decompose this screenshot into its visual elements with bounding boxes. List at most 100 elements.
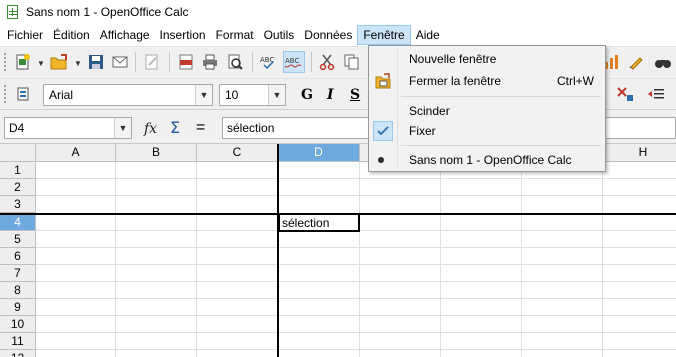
autospellcheck-icon[interactable]: ABC — [283, 51, 305, 73]
menu-fenetre[interactable]: Fenêtre — [357, 25, 411, 45]
title-bar: Sans nom 1 - OpenOffice Calc — [0, 0, 676, 24]
row-header-5[interactable]: 5 — [0, 231, 36, 248]
menu-item-label: Nouvelle fenêtre — [409, 52, 497, 66]
menu-item-label: Sans nom 1 - OpenOffice Calc — [409, 153, 572, 167]
decrease-indent-icon[interactable] — [645, 83, 667, 105]
toolbar-separator — [135, 52, 136, 72]
underline-button[interactable]: S — [350, 87, 360, 103]
italic-button[interactable]: I — [327, 87, 334, 103]
menu-item-label: Fermer la fenêtre — [409, 74, 502, 88]
column-header-h[interactable]: H — [603, 144, 676, 162]
edit-file-icon[interactable] — [141, 51, 163, 73]
save-icon[interactable] — [85, 51, 107, 73]
menu-edition[interactable]: Édition — [48, 25, 95, 45]
menu-affichage[interactable]: Affichage — [95, 25, 155, 45]
row-header-8[interactable]: 8 — [0, 282, 36, 299]
row-header-2[interactable]: 2 — [0, 179, 36, 196]
menu-item-label: Scinder — [409, 104, 450, 118]
menu-item-label: Fixer — [409, 124, 436, 138]
menu-item-close-window[interactable]: Fermer la fenêtre Ctrl+W — [370, 70, 604, 92]
draw-functions-icon[interactable] — [625, 51, 647, 73]
function-wizard-icon[interactable]: fx — [143, 119, 163, 141]
sum-icon[interactable]: Σ — [169, 118, 185, 140]
spreadsheet-grid[interactable]: A B C D E F G H 1 2 3 4 5 6 7 8 9 10 11 … — [0, 144, 676, 357]
checkmark-icon — [373, 121, 393, 141]
gridline — [521, 162, 522, 357]
chevron-down-icon[interactable]: ▼ — [195, 85, 212, 105]
svg-text:Σ: Σ — [170, 119, 180, 137]
radio-bullet-icon — [378, 157, 384, 163]
gridline — [36, 178, 676, 179]
svg-text:ABC: ABC — [285, 57, 299, 65]
font-name-combo[interactable]: Arial ▼ — [43, 84, 213, 106]
print-icon[interactable] — [199, 51, 221, 73]
email-icon[interactable] — [109, 51, 131, 73]
menu-separator — [401, 145, 601, 146]
menu-donnees[interactable]: Données — [299, 25, 357, 45]
new-document-icon[interactable] — [12, 51, 34, 73]
name-box-value: D4 — [9, 121, 25, 135]
menu-format[interactable]: Format — [211, 25, 259, 45]
row-header-12[interactable]: 12 — [0, 350, 36, 357]
toolbar-separator — [252, 52, 253, 72]
toolbar-grip[interactable] — [3, 52, 7, 72]
navigator-icon[interactable] — [652, 51, 674, 73]
menu-item-split[interactable]: Scinder — [370, 100, 604, 122]
row-header-11[interactable]: 11 — [0, 333, 36, 350]
gridline — [440, 162, 441, 357]
font-size-combo[interactable]: 10 ▼ — [219, 84, 286, 106]
svg-text:fx: fx — [143, 121, 157, 137]
open-dropdown-icon[interactable]: ▼ — [74, 59, 82, 68]
row-header-10[interactable]: 10 — [0, 316, 36, 333]
cut-icon[interactable] — [316, 51, 338, 73]
menu-item-new-window[interactable]: Nouvelle fenêtre — [370, 48, 604, 70]
chevron-down-icon[interactable]: ▼ — [268, 85, 285, 105]
spellcheck-icon[interactable]: ABC — [258, 51, 280, 73]
gridline — [36, 332, 676, 333]
styles-formatting-icon[interactable] — [12, 83, 34, 105]
menu-aide[interactable]: Aide — [411, 25, 445, 45]
window-menu-dropdown: Nouvelle fenêtre Fermer la fenêtre Ctrl+… — [368, 45, 606, 172]
gridline — [36, 195, 676, 196]
menu-item-freeze[interactable]: Fixer — [370, 120, 604, 142]
new-dropdown-icon[interactable]: ▼ — [37, 59, 45, 68]
gridline — [359, 162, 360, 357]
menu-separator — [401, 96, 601, 97]
row-header-3[interactable]: 3 — [0, 196, 36, 213]
chevron-down-icon[interactable]: ▼ — [114, 118, 131, 138]
column-header-c[interactable]: C — [197, 144, 278, 162]
freeze-line-vertical — [277, 144, 279, 357]
column-header-d[interactable]: D — [278, 144, 360, 162]
delete-decimal-icon[interactable] — [614, 83, 636, 105]
gridline — [36, 298, 676, 299]
toolbar-separator — [311, 52, 312, 72]
gridline — [36, 281, 676, 282]
row-header-9[interactable]: 9 — [0, 299, 36, 316]
row-header-7[interactable]: 7 — [0, 265, 36, 282]
close-window-icon — [375, 73, 391, 89]
select-all-corner[interactable] — [0, 144, 36, 162]
menu-outils[interactable]: Outils — [259, 25, 300, 45]
print-preview-icon[interactable] — [224, 51, 246, 73]
menu-bar: Fichier Édition Affichage Insertion Form… — [0, 24, 676, 46]
copy-icon[interactable] — [341, 51, 363, 73]
export-pdf-icon[interactable] — [175, 51, 197, 73]
toolbar-grip[interactable] — [3, 84, 7, 104]
open-folder-icon[interactable] — [48, 51, 70, 73]
cell-d4-text: sélection — [282, 216, 330, 230]
menu-item-document-window[interactable]: Sans nom 1 - OpenOffice Calc — [370, 149, 604, 171]
column-header-b[interactable]: B — [116, 144, 197, 162]
row-header-6[interactable]: 6 — [0, 248, 36, 265]
row-header-1[interactable]: 1 — [0, 162, 36, 179]
font-name-value: Arial — [49, 88, 74, 102]
menu-insertion[interactable]: Insertion — [155, 25, 211, 45]
menu-fichier[interactable]: Fichier — [2, 25, 48, 45]
bold-button[interactable]: G — [301, 87, 313, 103]
equal-button[interactable]: = — [196, 119, 205, 137]
row-header-4[interactable]: 4 — [0, 214, 36, 231]
shortcut-label: Ctrl+W — [557, 74, 594, 88]
font-size-value: 10 — [225, 88, 239, 102]
gridline — [36, 315, 676, 316]
name-box[interactable]: D4 ▼ — [4, 117, 132, 139]
column-header-a[interactable]: A — [36, 144, 116, 162]
